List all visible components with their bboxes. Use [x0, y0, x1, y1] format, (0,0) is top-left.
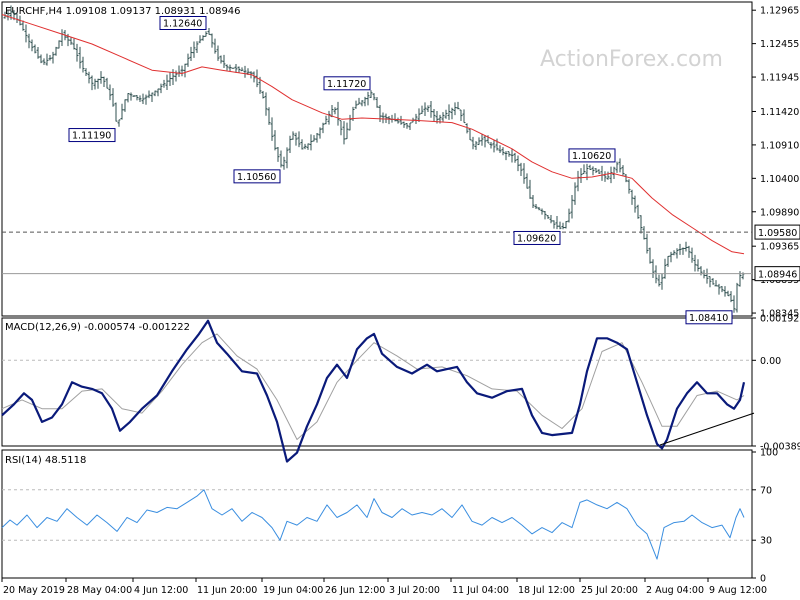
- price-annotation-label: 1.08410: [689, 313, 728, 324]
- x-tick-label: 11 Jul 04:00: [452, 585, 509, 596]
- watermark: ActionForex.com: [540, 47, 723, 72]
- x-tick-label: 2 Aug 04:00: [646, 585, 704, 596]
- x-tick-label: 18 Jul 12:00: [518, 585, 575, 596]
- x-tick-label: 26 Jun 12:00: [325, 585, 385, 596]
- x-tick-label: 4 Jun 12:00: [134, 585, 188, 596]
- rsi-y-tick-label: 30: [760, 536, 772, 547]
- price-panel-title: EURCHF,H4 1.09108 1.09137 1.08931 1.0894…: [5, 6, 241, 17]
- price-y-tick-label: 1.11945: [760, 73, 799, 84]
- price-bar: [231, 67, 235, 69]
- level-label-text: 1.08946: [758, 270, 797, 281]
- macd-y-tick-label: 0.00: [760, 356, 781, 367]
- price-annotation-label: 1.10620: [572, 151, 611, 162]
- price-annotation: 1.11190: [68, 128, 116, 143]
- x-tick-label: 11 Jun 20:00: [197, 585, 257, 596]
- price-annotation-label: 1.12640: [163, 18, 202, 29]
- rsi-panel-title: RSI(14) 48.5118: [5, 455, 86, 466]
- forex-chart: ActionForex.com EURCHF,H4 1.09108 1.0913…: [0, 0, 800, 600]
- rsi-y-tick-label: 100: [760, 448, 778, 459]
- macd-panel-title: MACD(12,26,9) -0.000574 -0.001222: [5, 322, 190, 333]
- price-y-tick-label: 1.10910: [760, 140, 799, 151]
- price-annotation-label: 1.11190: [72, 131, 111, 142]
- rsi-y-tick-label: 0: [760, 574, 766, 585]
- rsi-y-tick-label: 70: [760, 485, 772, 496]
- price-annotation-label: 1.10560: [237, 172, 276, 183]
- x-tick-label: 3 Jul 20:00: [389, 585, 440, 596]
- price-annotation-label: 1.11720: [327, 79, 366, 90]
- macd-y-tick-label: 0.001923: [760, 314, 800, 325]
- price-y-tick-label: 1.12455: [760, 39, 799, 50]
- price-y-tick-label: 1.12965: [760, 6, 799, 17]
- price-y-tick-label: 1.09890: [760, 207, 799, 218]
- x-tick-label: 9 Aug 12:00: [709, 585, 767, 596]
- price-y-tick-label: 1.11420: [760, 107, 799, 118]
- price-y-tick-label: 1.10400: [760, 174, 799, 185]
- x-tick-label: 25 Jul 20:00: [581, 585, 638, 596]
- price-annotation: 1.10620: [568, 148, 616, 163]
- x-tick-label: 28 May 04:00: [67, 585, 132, 596]
- price-annotation: 1.11720: [323, 76, 371, 91]
- x-tick-label: 19 Jun 04:00: [263, 585, 323, 596]
- price-annotation: 1.09620: [513, 230, 561, 245]
- price-annotation: 1.10560: [233, 169, 281, 184]
- price-annotation: 1.12640: [159, 15, 207, 30]
- price-annotation-label: 1.09620: [517, 233, 556, 244]
- price-y-tick-label: 1.09365: [760, 242, 799, 253]
- x-tick-label: 20 May 2019: [3, 585, 65, 596]
- price-annotation: 1.08410: [685, 310, 733, 325]
- level-label-text: 1.09580: [758, 228, 797, 239]
